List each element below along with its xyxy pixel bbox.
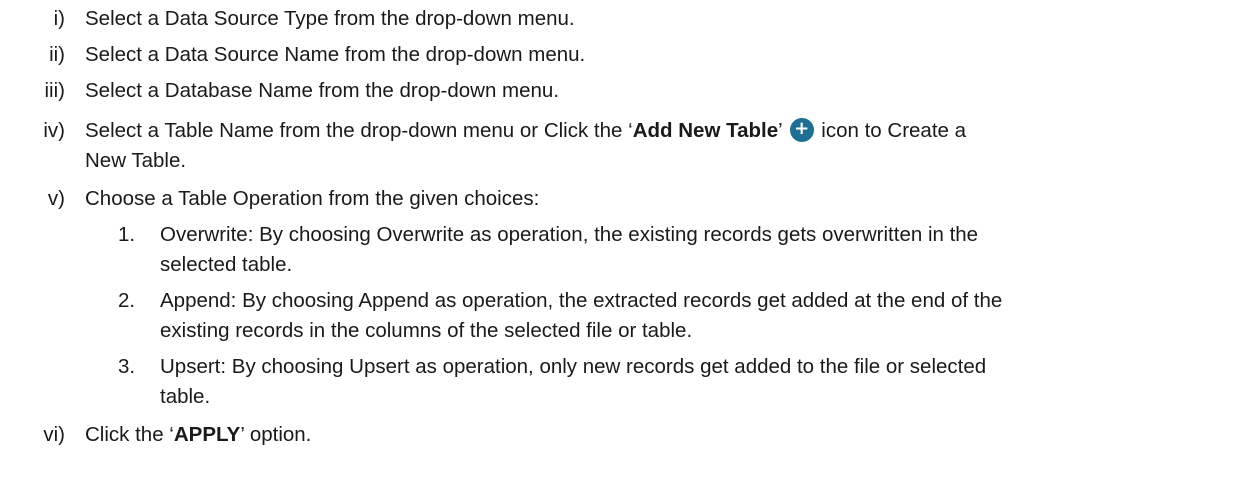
operation-number: 2. (118, 289, 136, 312)
step-text: Choose a Table Operation from the given … (85, 187, 540, 210)
step-text-prefix: Select a Table Name from the drop-down m… (85, 119, 633, 142)
apply-label: APPLY (173, 423, 241, 446)
operation-number: 3. (118, 355, 136, 378)
step-text: Select a Table Name from the drop-down m… (85, 116, 1245, 175)
step-numeral: i) (53, 7, 65, 30)
step-text-continuation: New Table. (85, 148, 187, 172)
step-text: Select a Data Source Name from the drop-… (85, 43, 586, 66)
operation-text: Overwrite: By choosing Overwrite as oper… (160, 220, 1240, 279)
step-text: Select a Database Name from the drop-dow… (85, 79, 560, 102)
operation-line-2: existing records in the columns of the s… (160, 318, 693, 342)
instruction-document: i) Select a Data Source Type from the dr… (0, 0, 1256, 477)
quote-close: ’ (778, 119, 788, 142)
step-numeral: iii) (44, 79, 66, 102)
operation-line-1: Upsert: By choosing Upsert as operation,… (160, 355, 987, 378)
operation-line-1: Overwrite: By choosing Overwrite as oper… (160, 223, 979, 246)
operation-line-2: table. (160, 384, 211, 408)
step-text-suffix: icon to Create a (815, 119, 967, 142)
operation-text: Append: By choosing Append as operation,… (160, 286, 1240, 345)
step-numeral: iv) (43, 119, 65, 142)
operation-line-2: selected table. (160, 252, 293, 276)
step-text-suffix: ’ option. (240, 423, 312, 446)
step-numeral: ii) (49, 43, 65, 66)
operation-number: 1. (118, 223, 136, 246)
step-text: Click the ‘APPLY’ option. (85, 420, 1245, 450)
operation-line-1: Append: By choosing Append as operation,… (160, 289, 1003, 312)
step-numeral: v) (47, 187, 65, 210)
step-text-prefix: Click the ‘ (85, 423, 174, 446)
step-text: Select a Data Source Type from the drop-… (85, 7, 575, 30)
add-circle-icon[interactable]: + (789, 118, 814, 142)
operation-text: Upsert: By choosing Upsert as operation,… (160, 352, 1240, 411)
add-new-table-label: Add New Table (632, 119, 779, 142)
step-numeral: vi) (43, 423, 65, 446)
